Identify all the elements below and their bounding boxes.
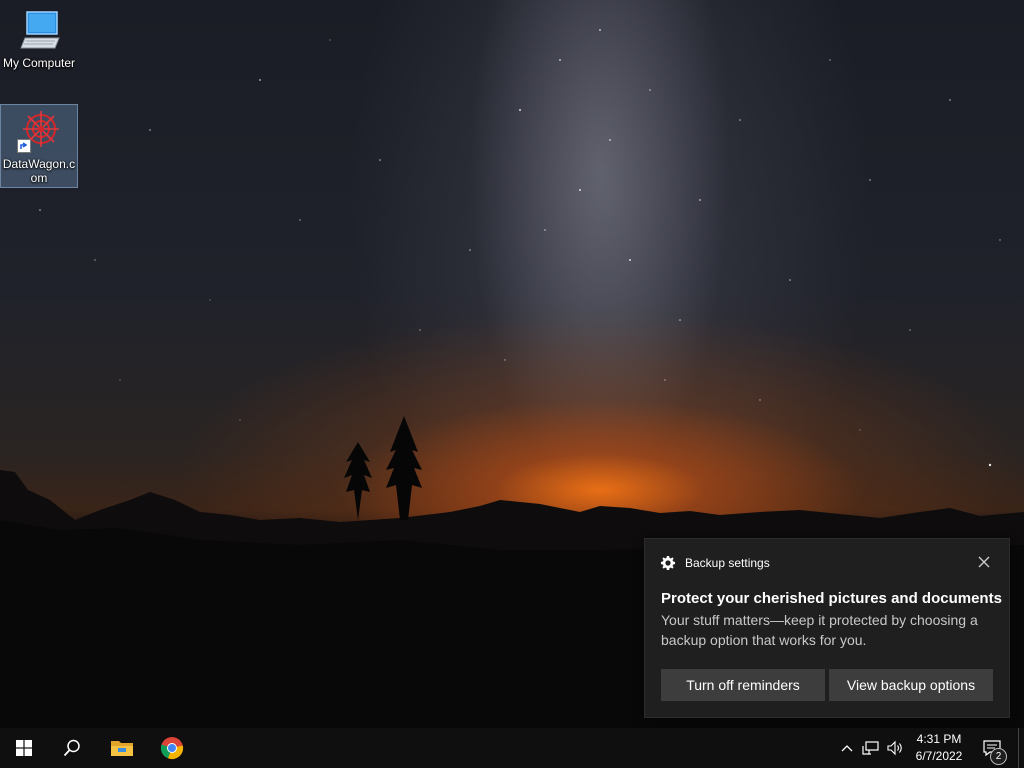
desktop-icon-label: My Computer — [2, 56, 76, 70]
turn-off-reminders-button[interactable]: Turn off reminders — [661, 669, 825, 701]
gear-icon — [661, 556, 675, 570]
network-icon[interactable] — [860, 728, 882, 768]
windows-start-icon[interactable] — [0, 728, 48, 768]
toast-title: Protect your cherished pictures and docu… — [661, 590, 1002, 607]
notification-count-badge: 2 — [990, 748, 1007, 765]
chevron-up-icon[interactable] — [838, 728, 856, 768]
shortcut-arrow-icon — [17, 139, 31, 153]
clock-date: 6/7/2022 — [915, 749, 963, 763]
taskbar-clock[interactable]: 4:31 PM 6/7/2022 — [908, 731, 970, 765]
desktop-icon-my-computer[interactable]: My Computer — [0, 6, 78, 74]
file-explorer-icon[interactable] — [98, 728, 146, 768]
desktop-icon-label: DataWagon.c om — [2, 157, 76, 185]
chrome-icon[interactable] — [148, 728, 196, 768]
clock-time: 4:31 PM — [916, 732, 962, 746]
search-icon[interactable] — [48, 728, 96, 768]
volume-icon[interactable] — [884, 728, 906, 768]
toast-app-name: Backup settings — [685, 556, 770, 570]
show-desktop-button[interactable] — [1018, 728, 1024, 768]
toast-header: Backup settings — [661, 556, 770, 570]
desktop-icon-datawagon[interactable]: DataWagon.c om — [0, 104, 78, 188]
computer-icon — [15, 6, 63, 54]
toast-body: Your stuff matters—keep it protected by … — [661, 612, 978, 648]
taskbar: 4:31 PM 6/7/2022 2 — [0, 728, 1024, 768]
close-icon[interactable] — [975, 553, 993, 571]
datawagon-icon — [15, 107, 63, 155]
backup-notification-toast[interactable]: Backup settings Protect your cherished p… — [644, 538, 1010, 718]
view-backup-options-button[interactable]: View backup options — [829, 669, 993, 701]
